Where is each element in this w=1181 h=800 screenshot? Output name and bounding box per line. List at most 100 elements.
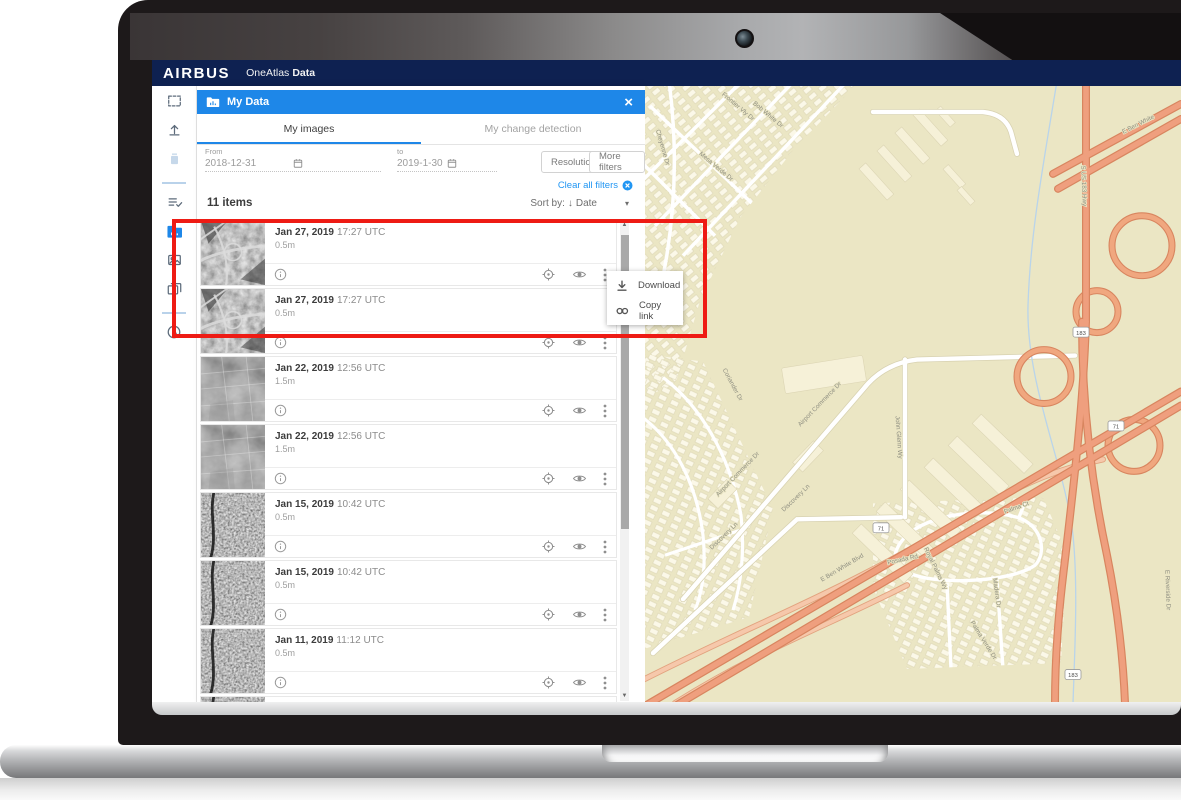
- locate-on-map-icon[interactable]: [541, 607, 556, 622]
- image-thumbnail: [201, 493, 265, 557]
- image-item[interactable]: Jan 11, 201911:12 UTC 0.5m: [200, 628, 617, 694]
- sidebar-item-delete[interactable]: [163, 151, 185, 172]
- item-actions: [265, 399, 616, 421]
- tab-my-change-detection-label: My change detection: [485, 123, 582, 135]
- calendar-icon[interactable]: [293, 158, 381, 169]
- item-date: Jan 15, 201910:42 UTC: [275, 499, 606, 510]
- screen-bottom-edge: [152, 702, 1181, 715]
- preview-eye-icon[interactable]: [572, 403, 587, 418]
- more-options-icon[interactable]: [603, 404, 607, 418]
- clear-filters-icon[interactable]: [622, 180, 633, 191]
- tab-my-images-label: My images: [284, 123, 335, 135]
- sort-direction-arrow-icon: ↓: [568, 198, 573, 209]
- preview-eye-icon[interactable]: [572, 675, 587, 690]
- sidebar-item-aoi-draw[interactable]: [163, 93, 185, 114]
- more-options-icon[interactable]: [603, 472, 607, 486]
- image-item[interactable]: Jan 15, 201910:42 UTC 0.5m: [200, 560, 617, 626]
- items-count: 11 items: [207, 197, 252, 209]
- laptop-screen: AIRBUS OneAtlasData: [152, 60, 1181, 703]
- highway-shield: 71: [1108, 421, 1124, 431]
- laptop-lid-notch: [602, 745, 888, 762]
- highlight-annotation: [172, 219, 707, 338]
- close-icon[interactable]: ×: [624, 95, 633, 110]
- locate-on-map-icon[interactable]: [541, 539, 556, 554]
- sort-value: Date: [576, 198, 597, 209]
- preview-eye-icon[interactable]: [572, 607, 587, 622]
- item-actions: [265, 603, 616, 625]
- item-resolution: 0.5m: [275, 512, 606, 522]
- my-data-panel: My Data × My images My change detection …: [197, 86, 645, 703]
- sort-label: Sort by:: [530, 198, 564, 209]
- item-resolution: 0.5m: [275, 580, 606, 590]
- clear-filters-row: Clear all filters: [197, 179, 645, 191]
- svg-text:183: 183: [1068, 673, 1078, 679]
- orders-icon: [166, 194, 183, 215]
- panel-header: My Data ×: [197, 90, 645, 114]
- map[interactable]: 1837171183 Bob White DrMesa Verde DrChey…: [645, 86, 1181, 703]
- delete-icon: [167, 151, 182, 172]
- product-name-bold: Data: [292, 67, 315, 79]
- item-date: Jan 22, 201912:56 UTC: [275, 431, 606, 442]
- item-actions: [265, 467, 616, 489]
- product-name: OneAtlasData: [246, 67, 315, 79]
- sidebar-item-upload[interactable]: [163, 122, 185, 143]
- more-options-icon[interactable]: [603, 608, 607, 622]
- more-options-icon[interactable]: [603, 676, 607, 690]
- locate-on-map-icon[interactable]: [541, 471, 556, 486]
- map-canvas[interactable]: 1837171183 Bob White DrMesa Verde DrChey…: [645, 86, 1181, 703]
- item-date: Jan 22, 201912:56 UTC: [275, 363, 606, 374]
- filter-row: From 2018-12-31 to 2019-1-30 R: [197, 145, 645, 179]
- highway-shield: 71: [873, 523, 889, 533]
- date-from-label: From: [205, 147, 381, 156]
- scroll-down-icon[interactable]: ▼: [620, 691, 629, 701]
- svg-text:71: 71: [878, 526, 884, 532]
- locate-on-map-icon[interactable]: [541, 403, 556, 418]
- image-thumbnail: [201, 629, 265, 693]
- sidebar-item-orders[interactable]: [163, 194, 185, 215]
- image-thumbnail: [201, 357, 265, 421]
- image-item[interactable]: Jan 22, 201912:56 UTC 1.5m: [200, 356, 617, 422]
- aoi-draw-icon: [166, 93, 183, 114]
- highway-shield: 183: [1065, 670, 1081, 680]
- item-resolution: 0.5m: [275, 648, 606, 658]
- highway-shield: 183: [1073, 327, 1089, 337]
- more-filters-button[interactable]: More filters: [589, 151, 645, 173]
- street-label: E Riverside Dr: [1163, 570, 1171, 611]
- info-icon[interactable]: [274, 472, 287, 485]
- info-icon[interactable]: [274, 540, 287, 553]
- tab-my-images[interactable]: My images: [197, 114, 421, 144]
- app-header: AIRBUS OneAtlasData: [152, 60, 1181, 86]
- item-resolution: 1.5m: [275, 376, 606, 386]
- sidebar: [152, 86, 197, 703]
- svg-text:183: 183: [1076, 331, 1086, 337]
- info-icon[interactable]: [274, 608, 287, 621]
- image-item[interactable]: Jan 22, 201912:56 UTC 1.5m: [200, 424, 617, 490]
- preview-eye-icon[interactable]: [572, 539, 587, 554]
- image-thumbnail: [201, 561, 265, 625]
- image-item[interactable]: Jan 15, 201910:42 UTC 0.5m: [200, 492, 617, 558]
- sort-caret-icon[interactable]: ▾: [625, 199, 629, 208]
- more-filters-button-label: More filters: [599, 151, 635, 173]
- street-label: S US 183 Hwy: [1079, 165, 1087, 207]
- item-date: Jan 11, 201911:12 UTC: [275, 635, 606, 646]
- item-date: Jan 15, 201910:42 UTC: [275, 567, 606, 578]
- sort-control[interactable]: Sort by: ↓ Date: [530, 198, 597, 209]
- item-actions: [265, 671, 616, 693]
- tab-my-change-detection[interactable]: My change detection: [421, 114, 645, 144]
- laptop-shadow: [0, 778, 1181, 800]
- info-icon[interactable]: [274, 404, 287, 417]
- date-to-label: to: [397, 147, 497, 156]
- item-actions: [265, 535, 616, 557]
- panel-title: My Data: [227, 96, 269, 108]
- locate-on-map-icon[interactable]: [541, 675, 556, 690]
- clear-all-filters-link[interactable]: Clear all filters: [558, 180, 618, 191]
- date-from-field[interactable]: From 2018-12-31: [205, 147, 381, 172]
- webcam: [735, 29, 754, 48]
- calendar-icon[interactable]: [447, 158, 497, 169]
- more-options-icon[interactable]: [603, 540, 607, 554]
- airbus-logo: AIRBUS: [163, 65, 230, 82]
- date-to-field[interactable]: to 2019-1-30: [397, 147, 497, 172]
- info-icon[interactable]: [274, 676, 287, 689]
- preview-eye-icon[interactable]: [572, 471, 587, 486]
- list-header: 11 items Sort by: ↓ Date ▾: [197, 191, 645, 215]
